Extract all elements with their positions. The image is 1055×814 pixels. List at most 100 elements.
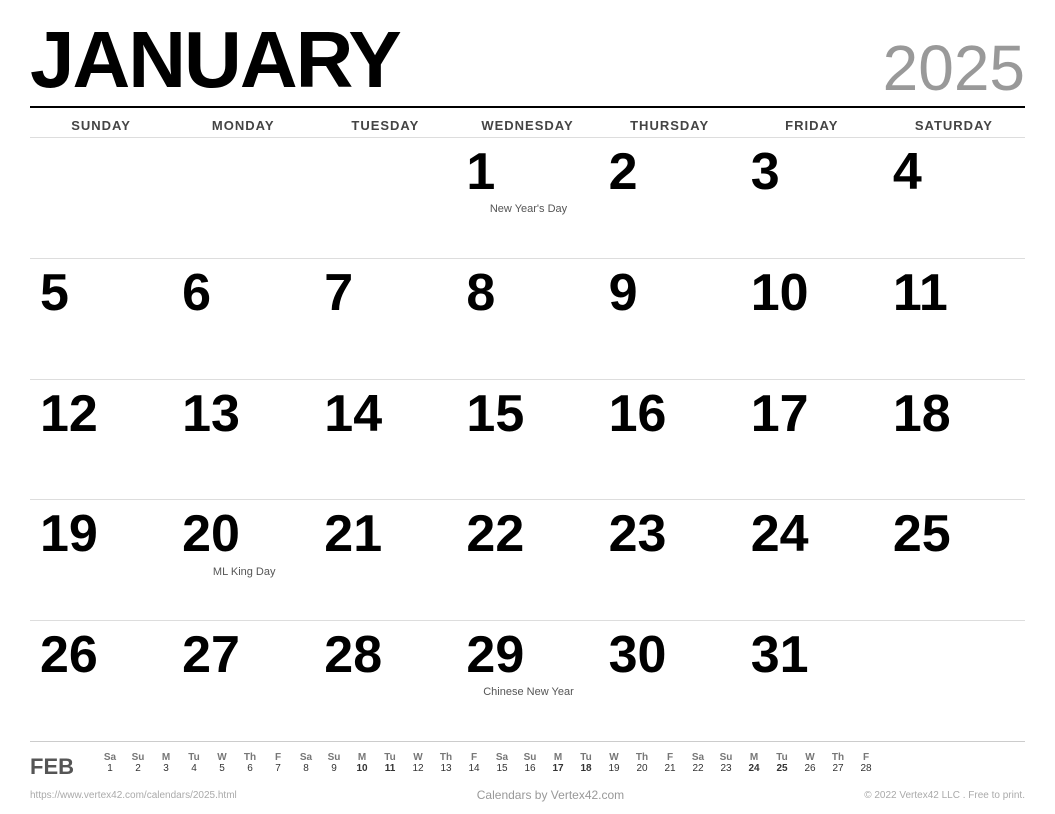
day-number: 7 [324,265,353,322]
mini-header: Su [712,752,740,763]
mini-header: Tu [572,752,600,763]
mini-header: Th [432,752,460,763]
mini-header: F [264,752,292,763]
day-number: 9 [609,265,638,322]
mini-header: M [348,752,376,763]
mini-day: 27 [824,763,852,774]
mini-day: 14 [460,763,488,774]
calendar-cell: 15 [456,379,598,500]
day-headers: SUNDAYMONDAYTUESDAYWEDNESDAYTHURSDAYFRID… [30,112,1025,137]
calendar-cell: 8 [456,258,598,379]
mini-header: W [600,752,628,763]
footer-url: https://www.vertex42.com/calendars/2025.… [30,790,237,801]
mini-day: 13 [432,763,460,774]
calendar-cell: 26 [30,620,172,741]
mini-header: Th [824,752,852,763]
footer-center: Calendars by Vertex42.com [477,788,624,802]
mini-day: 6 [236,763,264,774]
mini-day: 18 [572,763,600,774]
mini-day: 25 [768,763,796,774]
day-number: 8 [466,265,495,322]
day-number: 5 [40,265,69,322]
holiday-label: ML King Day [182,566,306,578]
calendar-cell: 21 [314,499,456,620]
mini-day: 22 [684,763,712,774]
day-number: 31 [751,627,809,684]
day-number: 28 [324,627,382,684]
day-number: 20 [182,506,240,563]
mini-day: 28 [852,763,880,774]
day-number: 12 [40,386,98,443]
day-number: 4 [893,144,922,201]
mini-header: Th [236,752,264,763]
mini-header: W [404,752,432,763]
calendar-cell: 27 [172,620,314,741]
calendar-cell: 7 [314,258,456,379]
mini-header: F [656,752,684,763]
day-header-tuesday: TUESDAY [314,112,456,137]
calendar-cell: 16 [599,379,741,500]
mini-header: Th [628,752,656,763]
calendar-cell: 18 [883,379,1025,500]
calendar-cell: 13 [172,379,314,500]
year-title: 2025 [883,36,1025,100]
calendar-cell [314,137,456,258]
mini-day: 11 [376,763,404,774]
day-header-monday: MONDAY [172,112,314,137]
mini-day: 7 [264,763,292,774]
day-number: 25 [893,506,951,563]
calendar-container: JANUARY 2025 SUNDAYMONDAYTUESDAYWEDNESDA… [0,0,1055,814]
mini-header: Tu [180,752,208,763]
mini-header: Sa [684,752,712,763]
calendar-cell: 6 [172,258,314,379]
calendar-cell: 23 [599,499,741,620]
mini-day: 3 [152,763,180,774]
mini-header: M [740,752,768,763]
calendar-cell: 11 [883,258,1025,379]
day-number: 22 [466,506,524,563]
mini-day: 15 [488,763,516,774]
mini-header: Su [124,752,152,763]
mini-header: F [460,752,488,763]
mini-day: 1 [96,763,124,774]
mini-header: M [544,752,572,763]
mini-day: 19 [600,763,628,774]
day-number: 11 [893,265,948,322]
day-number: 10 [751,265,809,322]
day-header-friday: FRIDAY [741,112,883,137]
mini-header: Sa [488,752,516,763]
calendar-cell: 5 [30,258,172,379]
day-number: 16 [609,386,667,443]
mini-day: 17 [544,763,572,774]
calendar-cell: 3 [741,137,883,258]
day-number: 29 [466,627,524,684]
day-number: 6 [182,265,211,322]
calendar-cell: 25 [883,499,1025,620]
calendar-cell: 14 [314,379,456,500]
mini-header: M [152,752,180,763]
day-header-saturday: SATURDAY [883,112,1025,137]
day-header-thursday: THURSDAY [599,112,741,137]
footer-copyright: © 2022 Vertex42 LLC . Free to print. [864,790,1025,801]
day-number: 27 [182,627,240,684]
calendar-cell [883,620,1025,741]
day-number: 24 [751,506,809,563]
calendar-header: JANUARY 2025 [30,20,1025,108]
day-number: 15 [466,386,524,443]
calendar-cell: 28 [314,620,456,741]
calendar-cell: 10 [741,258,883,379]
calendar-grid: 1New Year's Day2345678910111213141516171… [30,137,1025,741]
holiday-label: Chinese New Year [466,686,590,698]
mini-header: F [852,752,880,763]
mini-day: 20 [628,763,656,774]
mini-day: 12 [404,763,432,774]
day-header-sunday: SUNDAY [30,112,172,137]
mini-day: 23 [712,763,740,774]
mini-day: 9 [320,763,348,774]
mini-header: Su [320,752,348,763]
mini-day: 10 [348,763,376,774]
day-number: 14 [324,386,382,443]
day-number: 18 [893,386,951,443]
day-number: 21 [324,506,382,563]
day-number: 17 [751,386,809,443]
